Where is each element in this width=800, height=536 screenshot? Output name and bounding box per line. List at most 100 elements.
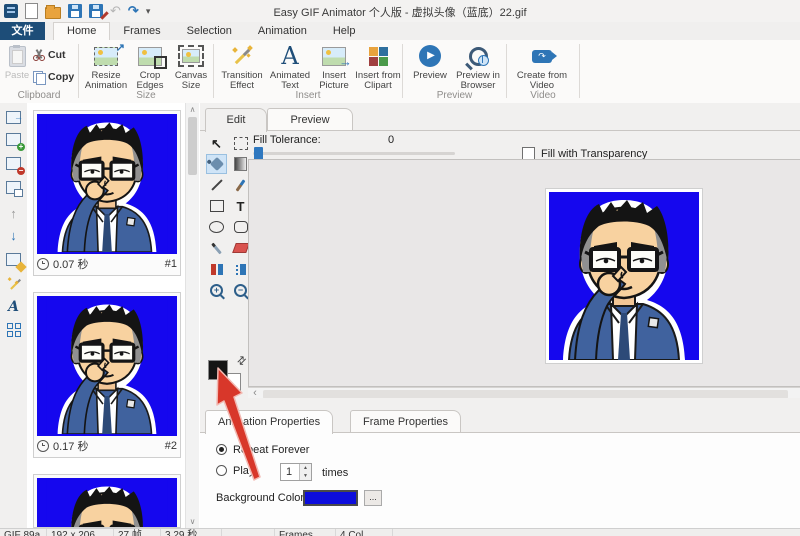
wand-tool-icon[interactable] bbox=[6, 276, 21, 291]
frame-actions-strip: → + − ↑ ↓ A bbox=[0, 103, 28, 528]
animation-background-color-swatch[interactable] bbox=[303, 490, 358, 506]
tab-help[interactable]: Help bbox=[320, 22, 369, 40]
play-radio[interactable] bbox=[216, 465, 227, 476]
frame-thumbnail-3[interactable] bbox=[33, 474, 181, 528]
fill-tolerance-slider[interactable] bbox=[253, 152, 455, 155]
cut-icon bbox=[33, 49, 45, 61]
frame-thumbnail-2[interactable]: 0.17 秒 #2 bbox=[33, 292, 181, 458]
edit-canvas[interactable] bbox=[248, 159, 800, 387]
move-frame-up-icon[interactable]: ↑ bbox=[6, 206, 21, 221]
fill-tolerance-label: Fill Tolerance: bbox=[253, 134, 321, 146]
frame-1-delay: 0.07 秒 bbox=[53, 259, 89, 271]
line-tool[interactable] bbox=[206, 175, 227, 195]
tab-animation-properties[interactable]: Animation Properties bbox=[205, 410, 334, 434]
insert-picture-button[interactable]: → Insert Picture bbox=[314, 43, 354, 91]
times-label: times bbox=[322, 467, 349, 479]
clipart-icon bbox=[368, 46, 388, 66]
scroll-down-arrow[interactable]: ∨ bbox=[186, 515, 199, 528]
clock-icon bbox=[37, 258, 49, 270]
copy-icon bbox=[33, 71, 46, 85]
zoom-in-tool[interactable]: + bbox=[206, 280, 227, 300]
paste-icon bbox=[8, 44, 26, 67]
status-bar: GIF 89a 192 x 206 27 帧 3.29 秒 Frames 4 C… bbox=[0, 528, 800, 536]
ribbon-group-clipboard: Paste Cut Copy Clipboard bbox=[0, 40, 78, 102]
marquee-select-tool[interactable] bbox=[230, 133, 251, 153]
magic-wand-icon bbox=[232, 45, 253, 66]
thumbnail-scrollbar[interactable]: ∧ ∨ bbox=[185, 103, 199, 528]
tab-animation[interactable]: Animation bbox=[245, 22, 320, 40]
group-label-video: Video bbox=[530, 90, 556, 101]
copy-button[interactable]: Copy bbox=[33, 71, 74, 85]
app-window: ↶ ↷ ▾ Easy GIF Animator 个人版 - 虚拟头像（蓝底）22… bbox=[0, 0, 800, 536]
editor-area: Edit Preview Fill Tolerance: 0 Fill with… bbox=[200, 103, 800, 400]
tab-preview[interactable]: Preview bbox=[267, 108, 353, 131]
play-times-value: 1 bbox=[286, 466, 293, 478]
create-from-video-button[interactable]: ↷ Create from Video bbox=[513, 43, 571, 91]
background-color-label: Background Color: bbox=[216, 492, 308, 504]
title-bar: ↶ ↷ ▾ Easy GIF Animator 个人版 - 虚拟头像（蓝底）22… bbox=[0, 0, 800, 22]
text-tool-strip-icon[interactable]: A bbox=[6, 299, 21, 315]
spinner-down-button[interactable]: ▼ bbox=[299, 472, 311, 480]
delete-frame-icon[interactable]: − bbox=[6, 156, 25, 175]
frame-2-number: #2 bbox=[164, 440, 177, 452]
resize-animation-button[interactable]: ↗ Resize Animation bbox=[83, 43, 129, 91]
edit-frame-icon[interactable] bbox=[6, 252, 27, 273]
transition-effect-button[interactable]: Transition Effect bbox=[218, 43, 266, 91]
group-label-preview: Preview bbox=[436, 90, 473, 101]
tab-edit[interactable]: Edit bbox=[205, 108, 267, 132]
frame-2-delay: 0.17 秒 bbox=[53, 441, 89, 453]
play-times-spinner[interactable]: 1 ▲ ▼ bbox=[280, 463, 312, 481]
status-frame-count: 27 帧 bbox=[114, 529, 161, 536]
group-label-size: Size bbox=[136, 90, 156, 101]
animation-properties-panel: Repeat Forever Play 1 ▲ ▼ times Backgrou… bbox=[200, 432, 800, 529]
tab-selection[interactable]: Selection bbox=[174, 22, 245, 40]
canvas-size-button[interactable]: Canvas Size bbox=[171, 43, 211, 91]
status-colors: 4 Col bbox=[336, 529, 393, 536]
preview-in-browser-button[interactable]: Preview in Browser bbox=[453, 43, 503, 91]
frame-3-image bbox=[37, 478, 177, 527]
rectangle-tool[interactable] bbox=[206, 196, 227, 216]
globe-icon bbox=[477, 54, 489, 66]
window-title: Easy GIF Animator 个人版 - 虚拟头像（蓝底）22.gif bbox=[273, 7, 527, 19]
tool-palette: ↖ T + − bbox=[206, 133, 252, 300]
ribbon-group-insert: Transition Effect A Animated Text → Inse… bbox=[214, 40, 402, 102]
repeat-forever-radio[interactable] bbox=[216, 444, 227, 455]
frame-2-image bbox=[37, 296, 177, 436]
export-frame-icon[interactable]: → bbox=[6, 110, 23, 125]
move-frame-down-icon[interactable]: ↓ bbox=[6, 228, 21, 243]
frame-grid-icon[interactable] bbox=[6, 322, 21, 337]
status-frames: Frames bbox=[275, 529, 336, 536]
add-frame-icon[interactable]: + bbox=[6, 132, 25, 151]
cut-button[interactable]: Cut bbox=[33, 49, 66, 61]
ellipse-tool[interactable] bbox=[206, 217, 227, 237]
insert-from-clipart-button[interactable]: Insert from Clipart bbox=[354, 43, 402, 91]
status-dimensions: 192 x 206 bbox=[47, 529, 114, 536]
scroll-up-arrow[interactable]: ∧ bbox=[186, 103, 199, 116]
tab-frame-properties[interactable]: Frame Properties bbox=[350, 410, 461, 433]
preview-button[interactable]: ▶ Preview bbox=[409, 43, 451, 81]
file-menu-button[interactable]: 文件 bbox=[0, 22, 45, 40]
frames-thumbnail-panel: 0.07 秒 #1 0.17 秒 #2 ∧ ∨ bbox=[27, 103, 201, 528]
properties-area: Animation Properties Frame Properties Re… bbox=[200, 398, 800, 529]
ribbon-group-preview: ▶ Preview Preview in Browser Preview bbox=[403, 40, 506, 102]
ribbon: Paste Cut Copy Clipboard ↗ Resize Animat… bbox=[0, 40, 800, 104]
group-label-clipboard: Clipboard bbox=[17, 90, 61, 101]
replace-color-tool[interactable] bbox=[206, 259, 227, 279]
canvas-image[interactable] bbox=[545, 188, 703, 364]
fill-tolerance-value: 0 bbox=[388, 134, 395, 146]
tab-home[interactable]: Home bbox=[53, 22, 111, 40]
scrollbar-thumb[interactable] bbox=[188, 117, 197, 175]
duplicate-frame-icon[interactable] bbox=[6, 180, 23, 197]
tab-frames[interactable]: Frames bbox=[110, 22, 173, 40]
browser-magnifier-icon bbox=[468, 46, 489, 66]
frame-thumbnail-1[interactable]: 0.07 秒 #1 bbox=[33, 110, 181, 276]
clock-icon bbox=[37, 440, 49, 452]
crop-edges-button[interactable]: Crop Edges bbox=[131, 43, 169, 91]
pointer-tool[interactable]: ↖ bbox=[206, 133, 227, 153]
color-picker-tool[interactable] bbox=[206, 238, 227, 258]
fill-bucket-tool[interactable] bbox=[206, 154, 227, 174]
repeat-forever-label: Repeat Forever bbox=[233, 444, 310, 456]
animated-text-button[interactable]: A Animated Text bbox=[268, 43, 312, 91]
foreground-color-swatch[interactable] bbox=[208, 360, 228, 380]
background-color-browse-button[interactable]: ... bbox=[364, 490, 382, 506]
